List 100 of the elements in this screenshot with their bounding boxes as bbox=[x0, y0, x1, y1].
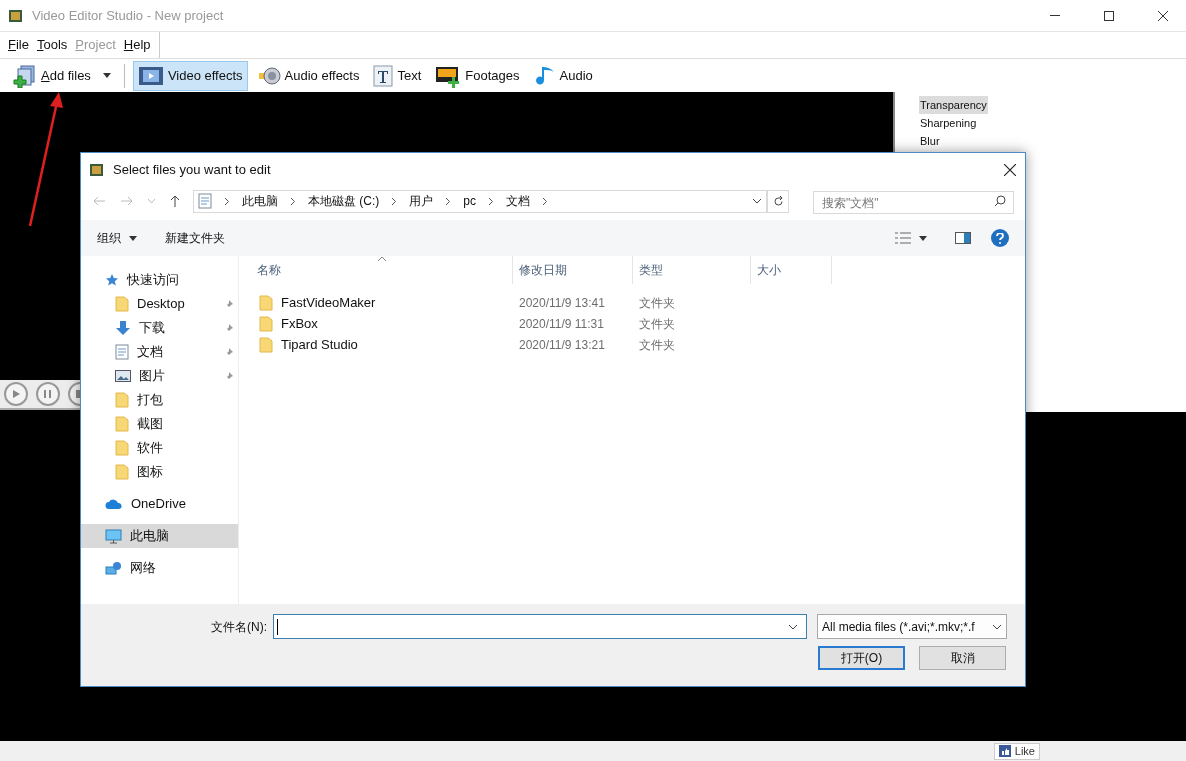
folder-icon bbox=[115, 440, 129, 456]
search-icon bbox=[994, 194, 1006, 207]
chevron-icon bbox=[290, 196, 296, 206]
nav-item[interactable]: 快速访问 bbox=[81, 268, 238, 292]
nav-item[interactable]: 软件 bbox=[81, 436, 238, 460]
file-type-dropdown[interactable]: All media files (*.avi;*.mkv;*.f bbox=[817, 614, 1007, 639]
chevron-icon bbox=[391, 196, 398, 206]
breadcrumb-item[interactable]: 文档 bbox=[506, 192, 530, 210]
play-button[interactable] bbox=[4, 382, 28, 406]
folder-icon bbox=[115, 296, 129, 312]
breadcrumb-item[interactable]: 用户 bbox=[409, 192, 434, 210]
folder-icon bbox=[115, 416, 129, 432]
breadcrumb-item[interactable]: pc bbox=[463, 192, 476, 210]
command-button[interactable]: 组织 bbox=[97, 229, 137, 247]
filename-field[interactable] bbox=[273, 614, 807, 639]
refresh-button[interactable] bbox=[767, 189, 789, 213]
film-icon bbox=[137, 65, 164, 86]
toolbar-button[interactable]: Text bbox=[368, 60, 427, 91]
nav-item[interactable]: Desktop bbox=[81, 292, 238, 316]
app-icon bbox=[8, 7, 24, 24]
document-icon bbox=[198, 193, 212, 209]
cloud-icon bbox=[105, 498, 123, 510]
column-header[interactable]: 大小 bbox=[751, 256, 832, 284]
menu-item[interactable]: Tools bbox=[36, 35, 68, 55]
chevron-icon bbox=[445, 196, 452, 206]
chevron-icon bbox=[542, 196, 548, 206]
file-date: 2020/11/9 13:41 bbox=[518, 294, 606, 312]
breadcrumb-item[interactable]: 此电脑 bbox=[242, 192, 278, 210]
dialog-button[interactable]: 取消 bbox=[919, 646, 1006, 670]
add-files-icon bbox=[13, 63, 37, 88]
network-icon bbox=[105, 560, 122, 576]
chevron-icon bbox=[488, 196, 494, 206]
nav-item[interactable]: 此电脑 bbox=[81, 524, 238, 548]
command-button[interactable]: 新建文件夹 bbox=[165, 229, 225, 247]
play-icon bbox=[12, 390, 20, 398]
address-bar[interactable]: 此电脑 本地磁盘 (C:) 用户 pc 文档 bbox=[193, 189, 767, 213]
file-date: 2020/11/9 11:31 bbox=[518, 315, 605, 333]
nav-item[interactable]: OneDrive bbox=[81, 492, 238, 516]
column-header[interactable]: 名称 bbox=[239, 256, 513, 284]
star-icon bbox=[105, 273, 119, 287]
chevron-down-icon bbox=[147, 199, 155, 203]
toolbar-button[interactable]: Footages bbox=[430, 60, 525, 91]
file-row[interactable]: Tipard Studio 2020/11/9 13:21 文件夹 bbox=[239, 334, 1025, 355]
folder-icon bbox=[259, 294, 273, 311]
nav-item[interactable]: 下载 bbox=[81, 316, 238, 340]
document-icon bbox=[115, 344, 129, 360]
toolbar-button[interactable]: Add files bbox=[8, 60, 116, 91]
preview-pane-icon bbox=[955, 232, 971, 244]
picture-icon bbox=[115, 369, 131, 383]
minimize-icon bbox=[1050, 15, 1060, 16]
nav-item[interactable]: 截图 bbox=[81, 412, 238, 436]
nav-item[interactable]: 文档 bbox=[81, 340, 238, 364]
nav-item[interactable]: 图片 bbox=[81, 364, 238, 388]
file-name: FastVideoMaker bbox=[281, 293, 376, 312]
chevron-icon bbox=[224, 196, 230, 206]
folder-icon bbox=[115, 392, 129, 408]
file-name: FxBox bbox=[281, 314, 318, 333]
back-arrow-icon bbox=[93, 196, 105, 206]
toolbar-button[interactable]: Audio bbox=[528, 60, 598, 91]
caret-icon bbox=[919, 235, 927, 241]
preview-pane-button[interactable] bbox=[955, 232, 971, 244]
window-title: Video Editor Studio - New project bbox=[32, 6, 225, 25]
maximize-icon bbox=[1104, 10, 1114, 21]
chevron-down-icon bbox=[752, 198, 762, 204]
column-header[interactable]: 修改日期 bbox=[513, 256, 633, 284]
dialog-title: Select files you want to edit bbox=[113, 160, 272, 179]
like-button[interactable]: Like bbox=[993, 742, 1040, 760]
search-field[interactable]: 搜索"文档" bbox=[813, 191, 1014, 214]
breadcrumb-item[interactable]: 本地磁盘 (C:) bbox=[308, 192, 380, 210]
column-header[interactable]: 类型 bbox=[633, 256, 751, 284]
filename-label: 文件名(N): bbox=[210, 618, 268, 636]
menu-item[interactable]: Help bbox=[123, 35, 151, 55]
toolbar-button[interactable]: Video effects bbox=[132, 60, 248, 91]
file-row[interactable]: FastVideoMaker 2020/11/9 13:41 文件夹 bbox=[239, 292, 1025, 313]
caret-icon bbox=[129, 235, 137, 241]
view-options-button[interactable] bbox=[895, 232, 927, 244]
effect-item[interactable]: Blur bbox=[919, 132, 941, 150]
toolbar-button[interactable]: Audio effects bbox=[251, 60, 365, 91]
folder-icon bbox=[115, 464, 129, 480]
file-type: 文件夹 bbox=[638, 294, 676, 312]
close-icon bbox=[1158, 10, 1168, 21]
text-icon bbox=[373, 63, 394, 88]
dialog-button[interactable]: 打开(O) bbox=[818, 646, 905, 670]
nav-item[interactable]: 打包 bbox=[81, 388, 238, 412]
nav-item[interactable]: 图标 bbox=[81, 460, 238, 484]
file-type: 文件夹 bbox=[638, 315, 676, 333]
caret-icon bbox=[102, 73, 111, 78]
pause-icon bbox=[44, 390, 52, 398]
monitor-icon bbox=[105, 528, 122, 544]
effect-item[interactable]: Sharpening bbox=[919, 114, 978, 132]
menu-item[interactable]: File bbox=[8, 35, 29, 55]
chevron-down-icon bbox=[992, 623, 1002, 630]
effect-item[interactable]: Transparency bbox=[919, 96, 988, 114]
close-icon bbox=[1004, 163, 1016, 176]
help-button[interactable] bbox=[991, 229, 1009, 247]
list-view-icon bbox=[895, 232, 911, 244]
chevron-down-icon bbox=[788, 623, 798, 630]
pause-button[interactable] bbox=[36, 382, 60, 406]
file-row[interactable]: FxBox 2020/11/9 11:31 文件夹 bbox=[239, 313, 1025, 334]
nav-item[interactable]: 网络 bbox=[81, 556, 238, 580]
